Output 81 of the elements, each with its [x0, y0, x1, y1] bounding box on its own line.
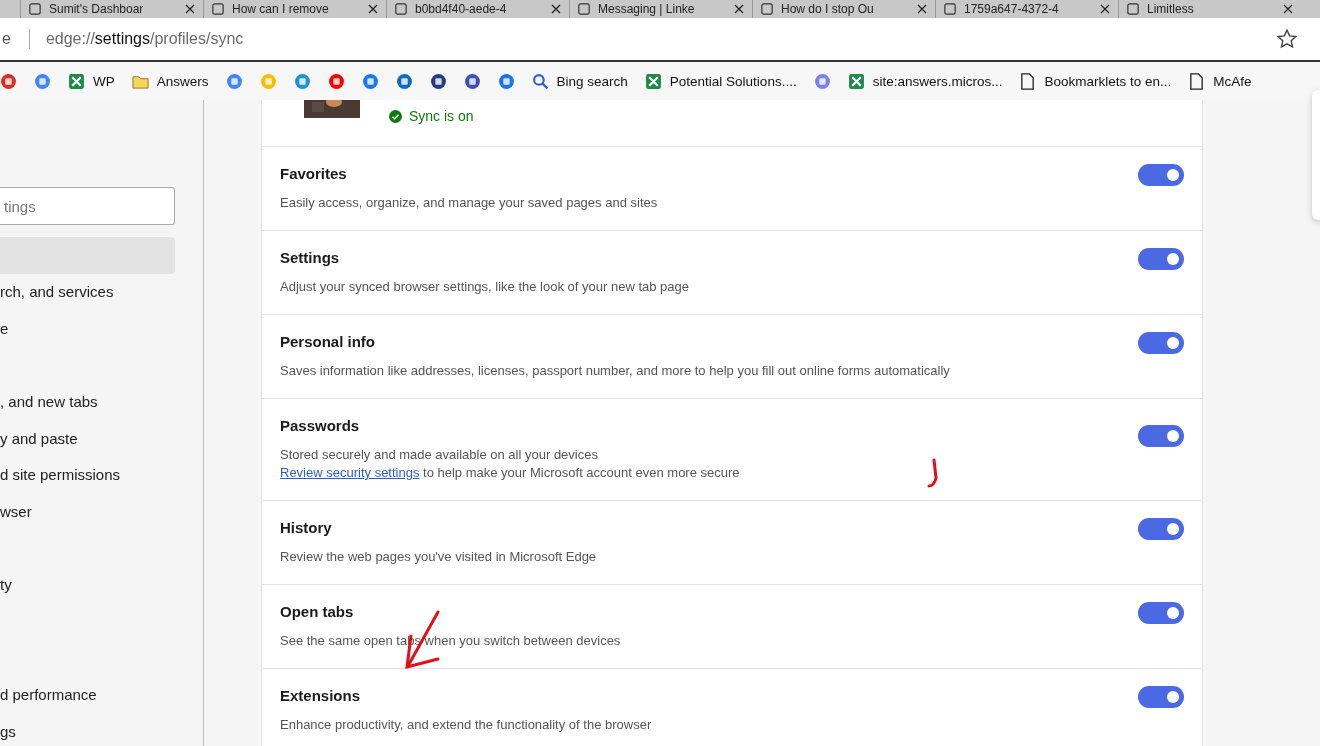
bookmark-icon: [497, 72, 515, 90]
bookmark-item[interactable]: [497, 72, 515, 90]
setting-title: Personal info: [280, 333, 377, 351]
site-icon: [847, 72, 865, 90]
close-icon[interactable]: [368, 4, 378, 14]
hook-mark-drawing: [927, 458, 938, 488]
review-link[interactable]: Review security settings: [280, 465, 420, 480]
close-icon[interactable]: [917, 4, 927, 14]
check-icon: [389, 109, 402, 123]
setting-title: Open tabs: [280, 603, 355, 621]
bookmark-item[interactable]: [395, 72, 413, 90]
bookmark-item[interactable]: Answers: [131, 72, 209, 90]
toggle-switch[interactable]: [1138, 517, 1184, 540]
bookmark-item[interactable]: [429, 72, 447, 90]
close-icon[interactable]: [185, 4, 195, 14]
toggle-switch[interactable]: [1138, 247, 1184, 270]
search-field[interactable]: tings: [0, 187, 175, 225]
page-icon: [1188, 72, 1206, 90]
bookmark-icon: [327, 72, 345, 90]
sidebar-item[interactable]: , and new tabs: [0, 383, 175, 420]
sidebar-item[interactable]: wser: [0, 493, 175, 530]
sidebar-item[interactable]: y and paste: [0, 419, 175, 457]
setting-title: Favorites: [280, 165, 348, 183]
bookmark-item[interactable]: Bookmarklets to en...: [1019, 72, 1172, 90]
bookmark-icon: [429, 72, 447, 90]
site-icon: [68, 72, 85, 90]
bookmark-item[interactable]: [463, 72, 481, 90]
close-icon[interactable]: [734, 4, 744, 14]
bookmark-icon: [34, 72, 51, 90]
page-icon: [1127, 3, 1139, 15]
bookmark-icon: [813, 72, 831, 90]
page-icon: [395, 3, 407, 15]
setting-title: Settings: [280, 249, 341, 267]
bookmark-icon: [225, 72, 243, 90]
page-icon: [212, 3, 224, 15]
search-icon: [531, 72, 549, 90]
bookmark-icon: [293, 72, 311, 90]
setting-title: Passwords: [280, 417, 361, 435]
bookmark-item[interactable]: site:answers.micros...: [847, 72, 1003, 90]
sidebar-item[interactable]: e: [0, 310, 175, 347]
setting-title: Extensions: [280, 687, 362, 705]
bookmark-item[interactable]: WP: [68, 72, 115, 90]
star-icon[interactable]: [1276, 28, 1298, 50]
setting-description: Adjust your synced browser settings, like the look of your new tab page: [280, 278, 689, 296]
toggle-switch[interactable]: [1138, 424, 1184, 447]
sidebar-item[interactable]: rch, and services: [0, 273, 175, 311]
setting-description: Review the web pages you've visited in Microsoft Edge: [280, 548, 597, 566]
page-icon: [578, 3, 590, 15]
site-icon: [644, 72, 662, 90]
sync-status: Sync is on: [409, 108, 474, 124]
url-text: edge://settings/profiles/sync: [45, 30, 245, 48]
bookmark-icon: [395, 72, 413, 90]
setting-description: Review security settings to help make your Microsoft account even more secure: [280, 464, 740, 482]
close-icon[interactable]: [551, 4, 561, 14]
toggle-switch[interactable]: [1138, 163, 1184, 186]
sidebar-item[interactable]: ty: [0, 566, 175, 603]
setting-description: Saves information like addresses, licenses, passport number, and more to help you fill out online forms automatically: [280, 362, 950, 380]
toggle-switch[interactable]: [1138, 601, 1184, 624]
bookmark-item[interactable]: Bing search: [531, 72, 628, 90]
bookmark-item[interactable]: Potential Solutions....: [644, 72, 797, 90]
setting-description: Enhance productivity, and extend the functionality of the browser: [280, 716, 652, 734]
bookmark-icon: [463, 72, 481, 90]
setting-title: History: [280, 519, 333, 537]
toggle-switch[interactable]: [1138, 331, 1184, 354]
bookmark-icon: [361, 72, 379, 90]
setting-description: Stored securely and made available on all your devices: [280, 446, 598, 464]
close-icon[interactable]: [1283, 4, 1293, 14]
page-icon: [944, 3, 956, 15]
bookmark-icon: [259, 72, 277, 90]
sidebar-item[interactable]: d site permissions: [0, 456, 175, 494]
close-icon[interactable]: [1100, 4, 1110, 14]
page-icon: [761, 3, 773, 15]
page-icon: [1019, 72, 1037, 90]
toggle-switch[interactable]: [1138, 685, 1184, 708]
page-icon: [29, 3, 41, 15]
setting-description: Easily access, organize, and manage your saved pages and sites: [280, 194, 658, 212]
bookmark-item[interactable]: [0, 72, 17, 90]
sidebar-item[interactable]: gs: [0, 712, 175, 746]
sidebar-item[interactable]: d performance: [0, 676, 175, 713]
site-info-text[interactable]: e: [0, 30, 11, 48]
bookmark-item[interactable]: McAfe: [1188, 72, 1252, 90]
